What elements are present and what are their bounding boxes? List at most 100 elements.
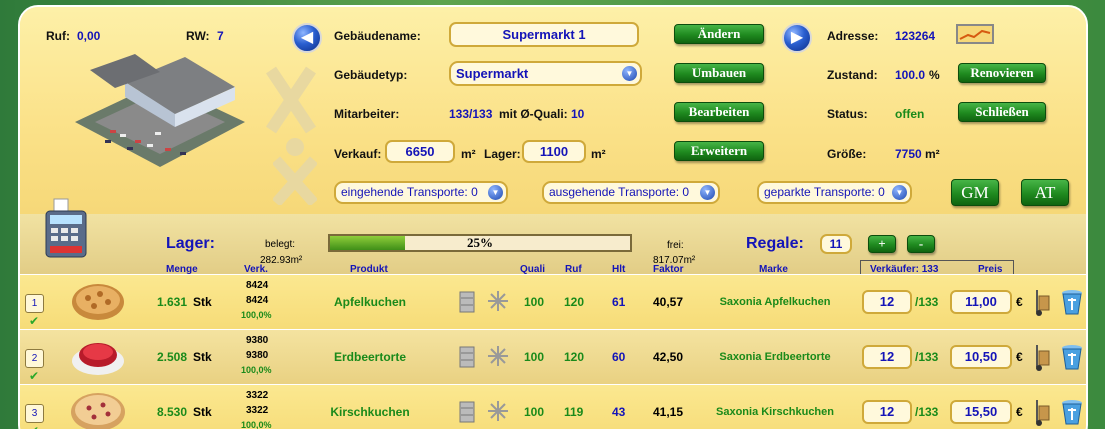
geparkte-transporte-label: geparkte Transporte: 0 (764, 185, 885, 199)
verkaeufer-total: /133 (915, 405, 939, 419)
produkt-name: Erdbeertorte (333, 350, 407, 364)
verk-percent: 100,0% (241, 310, 272, 320)
produkt-name: Kirschkuchen (330, 405, 410, 419)
regale-value[interactable]: 11 (820, 234, 852, 254)
mitarbeiter-value: 133/133 (449, 107, 493, 121)
menge-value: 8.530 (157, 405, 188, 419)
zustand-label: Zustand: (827, 68, 878, 82)
eingehende-transporte-select[interactable]: eingehende Transporte: 0 ▼ (334, 181, 508, 204)
storage-progress-bar: 25% (328, 234, 632, 252)
checkmark-icon: ✔ (29, 369, 40, 383)
preis-input[interactable]: 11,00 (950, 290, 1012, 314)
status-value: offen (895, 107, 925, 121)
verkauf-input[interactable]: 6650 (385, 140, 455, 163)
status-label: Status: (827, 107, 868, 121)
groesse-label: Größe: (827, 147, 867, 161)
regale-label: Regale: (746, 235, 804, 252)
row-rank[interactable]: 2 (25, 349, 44, 368)
chevron-down-icon: ▼ (700, 185, 715, 200)
rw-label: RW: (186, 29, 210, 43)
verkaeufer-input[interactable]: 12 (862, 345, 912, 369)
belegt-label: belegt: (265, 239, 296, 250)
groesse-value: 7750 (895, 147, 922, 161)
adresse-label: Adresse: (827, 29, 879, 43)
product-image (71, 393, 125, 429)
gm-button[interactable]: GM (951, 179, 999, 206)
quali-label: mit Ø-Quali: (499, 107, 568, 121)
geparkte-transporte-select[interactable]: geparkte Transporte: 0 ▼ (757, 181, 912, 204)
preis-input[interactable]: 10,50 (950, 345, 1012, 369)
building-panel: Ruf: 0,00 RW: 7 ◀ ▶ Gebäudename: Superma… (18, 5, 1088, 429)
menge-unit: Stk (193, 295, 212, 309)
gebaeudetyp-select[interactable]: Supermarkt ▼ (449, 61, 642, 86)
lager-size-label: Lager: (484, 147, 521, 161)
gebaeudetyp-value: Supermarkt (456, 66, 529, 81)
marke-value: Saxonia Erdbeertorte (719, 351, 831, 363)
checkmark-icon: ✔ (29, 424, 39, 429)
produkt-name: Apfelkuchen (333, 295, 406, 309)
building-info-section: Ruf: 0,00 RW: 7 ◀ ▶ Gebäudename: Superma… (20, 7, 1086, 214)
faktor-value: 41,15 (653, 405, 684, 419)
renovieren-button[interactable]: Renovieren (958, 63, 1046, 83)
trash-icon[interactable] (1061, 288, 1083, 316)
next-building-button[interactable]: ▶ (782, 23, 812, 53)
verkauf-label: Verkauf: (334, 147, 382, 161)
at-button[interactable]: AT (1021, 179, 1069, 206)
verkaeufer-input[interactable]: 12 (862, 290, 912, 314)
row-rank[interactable]: 1 (25, 294, 44, 313)
quali-value: 100 (524, 405, 545, 419)
quali-value: 10 (571, 107, 585, 121)
table-row: 3 ✔ 8.530 Stk 3322 3322 100,0% Kirschkuc… (20, 384, 1086, 429)
disabled-x-icon (266, 66, 316, 134)
menge-value: 1.631 (157, 295, 188, 309)
snowflake-icon (488, 291, 508, 311)
ruf-value: 120 (564, 295, 585, 309)
cash-register-icon (45, 198, 87, 258)
verkauf-unit: m² (461, 147, 476, 161)
gebaeudename-input[interactable]: Supermarkt 1 (449, 22, 639, 47)
bearbeiten-button[interactable]: Bearbeiten (674, 102, 764, 122)
faktor-value: 40,57 (653, 295, 684, 309)
menge-value: 2.508 (157, 350, 188, 364)
verk-value-2: 3322 (246, 405, 269, 416)
verkaeufer-total: /133 (915, 295, 939, 309)
previous-building-button[interactable]: ◀ (292, 23, 322, 53)
euro-sign: € (1016, 350, 1023, 364)
adresse-value: 123264 (895, 29, 936, 43)
regale-minus-button[interactable]: - (907, 235, 935, 253)
rw-value: 7 (217, 29, 224, 43)
trash-icon[interactable] (1061, 343, 1083, 371)
lager-size-input[interactable]: 1100 (522, 140, 586, 163)
preis-input[interactable]: 15,50 (950, 400, 1012, 424)
verk-percent: 100,0% (241, 420, 272, 429)
snowflake-icon (488, 346, 508, 366)
regale-plus-button[interactable]: + (868, 235, 896, 253)
row-rank[interactable]: 3 (25, 404, 44, 423)
hlt-value: 61 (612, 295, 626, 309)
ruf-value: 120 (564, 350, 585, 364)
erweitern-button[interactable]: Erweitern (674, 141, 764, 161)
menge-unit: Stk (193, 405, 212, 419)
storage-header: Lager: belegt: 282.93m² 25% frei: 817.07… (20, 198, 1086, 275)
zustand-value: 100.0 (895, 68, 926, 82)
schliessen-button[interactable]: Schließen (958, 102, 1046, 122)
hand-truck-icon[interactable] (1031, 343, 1053, 373)
verkaeufer-input[interactable]: 12 (862, 400, 912, 424)
shelf-icon (459, 401, 475, 423)
gebaeudetyp-label: Gebäudetyp: (334, 68, 408, 82)
ausgehende-transporte-select[interactable]: ausgehende Transporte: 0 ▼ (542, 181, 720, 204)
verkaeufer-total: /133 (915, 350, 939, 364)
verk-value-1: 9380 (246, 335, 269, 346)
table-row: 2 ✔ 2.508 Stk 9380 9380 100,0% Erdbeerto… (20, 329, 1086, 384)
chart-icon[interactable] (956, 24, 994, 44)
euro-sign: € (1016, 405, 1023, 419)
aendern-button[interactable]: Ändern (674, 24, 764, 44)
checkmark-icon: ✔ (29, 314, 40, 328)
table-row: 1 ✔ 1.631 Stk 8424 8424 100,0% Apfelkuch… (20, 274, 1086, 329)
hand-truck-icon[interactable] (1031, 398, 1053, 428)
groesse-unit: m² (925, 147, 940, 161)
trash-icon[interactable] (1061, 398, 1083, 426)
lager-size-unit: m² (591, 147, 606, 161)
umbauen-button[interactable]: Umbauen (674, 63, 764, 83)
hand-truck-icon[interactable] (1031, 288, 1053, 318)
